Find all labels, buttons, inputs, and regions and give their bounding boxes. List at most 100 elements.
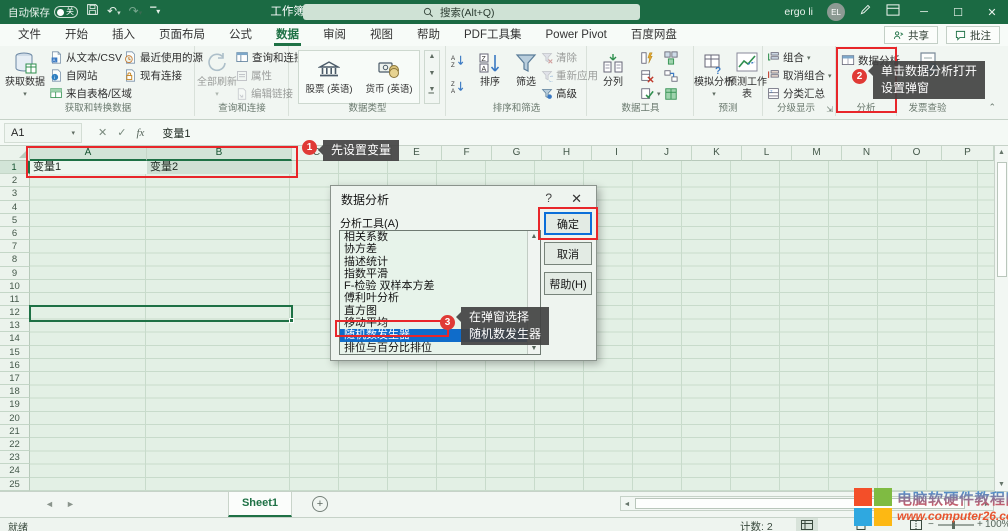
grid-column-N[interactable] — [829, 161, 878, 491]
cell-A1[interactable]: 变量1 — [30, 161, 147, 174]
relationships-icon[interactable] — [664, 67, 678, 84]
avatar[interactable]: EL — [827, 3, 845, 21]
tab-文件[interactable]: 文件 — [6, 24, 53, 46]
gallery-more-icon[interactable]: ▼▔ — [429, 86, 436, 101]
grid-column-L[interactable] — [731, 161, 780, 491]
confirm-entry-icon[interactable]: ✓ — [117, 126, 126, 139]
search-input[interactable]: 搜索(Alt+Q) — [303, 4, 640, 20]
cancel-entry-icon[interactable]: ✕ — [98, 126, 107, 139]
tab-开始[interactable]: 开始 — [53, 24, 100, 46]
row-header-7[interactable]: 7 — [0, 240, 30, 253]
grid-column-B[interactable] — [146, 161, 290, 491]
from-text-csv-button[interactable]: A 从文本/CSV — [50, 49, 122, 66]
row-header-6[interactable]: 6 — [0, 227, 30, 240]
grid-column-J[interactable] — [633, 161, 682, 491]
name-box[interactable]: A1 ▾ — [4, 123, 82, 143]
pen-icon[interactable] — [859, 0, 872, 24]
text-to-columns-button[interactable]: 分列 — [592, 48, 634, 104]
column-header-J[interactable]: J — [642, 146, 692, 161]
autosave-switch-icon[interactable]: 关 — [54, 6, 78, 18]
row-header-20[interactable]: 20 — [0, 412, 30, 425]
row-header-15[interactable]: 15 — [0, 346, 30, 359]
ungroup-button[interactable]: 取消组合▾ — [767, 67, 832, 84]
row-header-3[interactable]: 3 — [0, 187, 30, 200]
help-button[interactable]: 帮助(H) — [544, 272, 592, 295]
close-button[interactable]: ✕ — [982, 6, 1002, 19]
grid-column-P[interactable] — [927, 161, 978, 491]
insert-function-icon[interactable]: fx — [136, 127, 144, 139]
consolidate-icon[interactable] — [664, 49, 678, 66]
sort-az-button[interactable]: AZ — [451, 52, 465, 69]
row-header-23[interactable]: 23 — [0, 451, 30, 464]
autosave-toggle[interactable]: 自动保存 关 — [8, 5, 78, 20]
grid-column-M[interactable] — [780, 161, 829, 491]
row-header-13[interactable]: 13 — [0, 319, 30, 332]
get-data-button[interactable]: 获取数据 ▾ — [4, 48, 46, 104]
refresh-all-button[interactable]: 全部刷新 ▾ — [196, 48, 238, 104]
column-header-O[interactable]: O — [892, 146, 942, 161]
save-icon[interactable] — [86, 0, 99, 24]
row-header-16[interactable]: 16 — [0, 359, 30, 372]
column-header-F[interactable]: F — [442, 146, 492, 161]
tab-PDF工具集[interactable]: PDF工具集 — [452, 24, 534, 46]
gallery-up-icon[interactable]: ▲ — [429, 53, 436, 60]
analysis-tool-item-5[interactable]: 傅利叶分析 — [340, 292, 540, 304]
column-header-I[interactable]: I — [592, 146, 642, 161]
vertical-scroll-thumb[interactable] — [997, 162, 1007, 277]
normal-view-icon[interactable] — [796, 518, 818, 531]
tab-页面布局[interactable]: 页面布局 — [147, 24, 217, 46]
cell-B1[interactable]: 变量2 — [147, 161, 292, 174]
stocks-card[interactable]: 股票 (英语) — [299, 51, 359, 103]
fill-handle[interactable] — [289, 318, 294, 323]
tab-视图[interactable]: 视图 — [358, 24, 405, 46]
properties-button[interactable]: 属性 — [236, 67, 272, 84]
analysis-tool-item-0[interactable]: 相关系数 — [340, 231, 540, 243]
row-header-18[interactable]: 18 — [0, 385, 30, 398]
tab-帮助[interactable]: 帮助 — [405, 24, 452, 46]
existing-connections-button[interactable]: 现有连接 — [124, 67, 182, 84]
minimize-button[interactable]: ─ — [914, 6, 934, 18]
tab-数据[interactable]: 数据 — [264, 24, 311, 46]
column-header-M[interactable]: M — [792, 146, 842, 161]
dialog-help-icon[interactable]: ? — [545, 191, 552, 205]
vertical-scrollbar[interactable]: ▲ ▼ — [994, 146, 1008, 491]
column-header-H[interactable]: H — [542, 146, 592, 161]
analysis-tool-item-1[interactable]: 协方差 — [340, 243, 540, 255]
column-header-P[interactable]: P — [942, 146, 994, 161]
redo-button[interactable]: ↷▾ — [129, 0, 143, 26]
tab-Power Pivot[interactable]: Power Pivot — [534, 24, 619, 46]
row-header-5[interactable]: 5 — [0, 214, 30, 227]
scroll-down-icon[interactable]: ▼ — [995, 481, 1008, 488]
gallery-down-icon[interactable]: ▼ — [429, 70, 436, 77]
row-header-25[interactable]: 25 — [0, 478, 30, 491]
share-button[interactable]: 共享 — [884, 26, 938, 44]
row-header-22[interactable]: 22 — [0, 438, 30, 451]
formula-content[interactable]: 变量1 — [162, 125, 190, 141]
forecast-sheet-button[interactable]: 预测工作表 — [726, 48, 768, 104]
analysis-tool-item-2[interactable]: 描述统计 — [340, 256, 540, 268]
list-scroll-up-icon[interactable]: ▲ — [528, 233, 540, 240]
column-header-E[interactable]: E — [392, 146, 442, 161]
collapse-ribbon-icon[interactable]: ⌃ — [988, 102, 996, 113]
scroll-left-icon[interactable]: ◄ — [623, 501, 631, 508]
row-header-17[interactable]: 17 — [0, 372, 30, 385]
tab-公式[interactable]: 公式 — [217, 24, 264, 46]
row-header-12[interactable]: 12 — [0, 306, 30, 319]
sheet-tab-sheet1[interactable]: Sheet1 — [228, 492, 292, 517]
row-header-1[interactable]: 1 — [0, 161, 30, 174]
grid-column-K[interactable] — [682, 161, 731, 491]
currency-card[interactable]: 货币 (英语) — [359, 51, 419, 103]
select-all-corner[interactable] — [0, 146, 30, 161]
row-header-11[interactable]: 11 — [0, 293, 30, 306]
customize-qat-icon[interactable]: ▔▾ — [150, 0, 160, 24]
column-header-A[interactable]: A — [30, 146, 147, 161]
column-header-B[interactable]: B — [147, 146, 292, 161]
sort-za-button[interactable]: ZA — [451, 78, 465, 95]
row-header-8[interactable]: 8 — [0, 253, 30, 266]
maximize-button[interactable]: ☐ — [948, 6, 968, 19]
column-header-G[interactable]: G — [492, 146, 542, 161]
row-header-19[interactable]: 19 — [0, 398, 30, 411]
analysis-tool-item-4[interactable]: F-检验 双样本方差 — [340, 280, 540, 292]
from-web-button[interactable]: i 自网站 — [50, 67, 98, 84]
row-header-9[interactable]: 9 — [0, 267, 30, 280]
